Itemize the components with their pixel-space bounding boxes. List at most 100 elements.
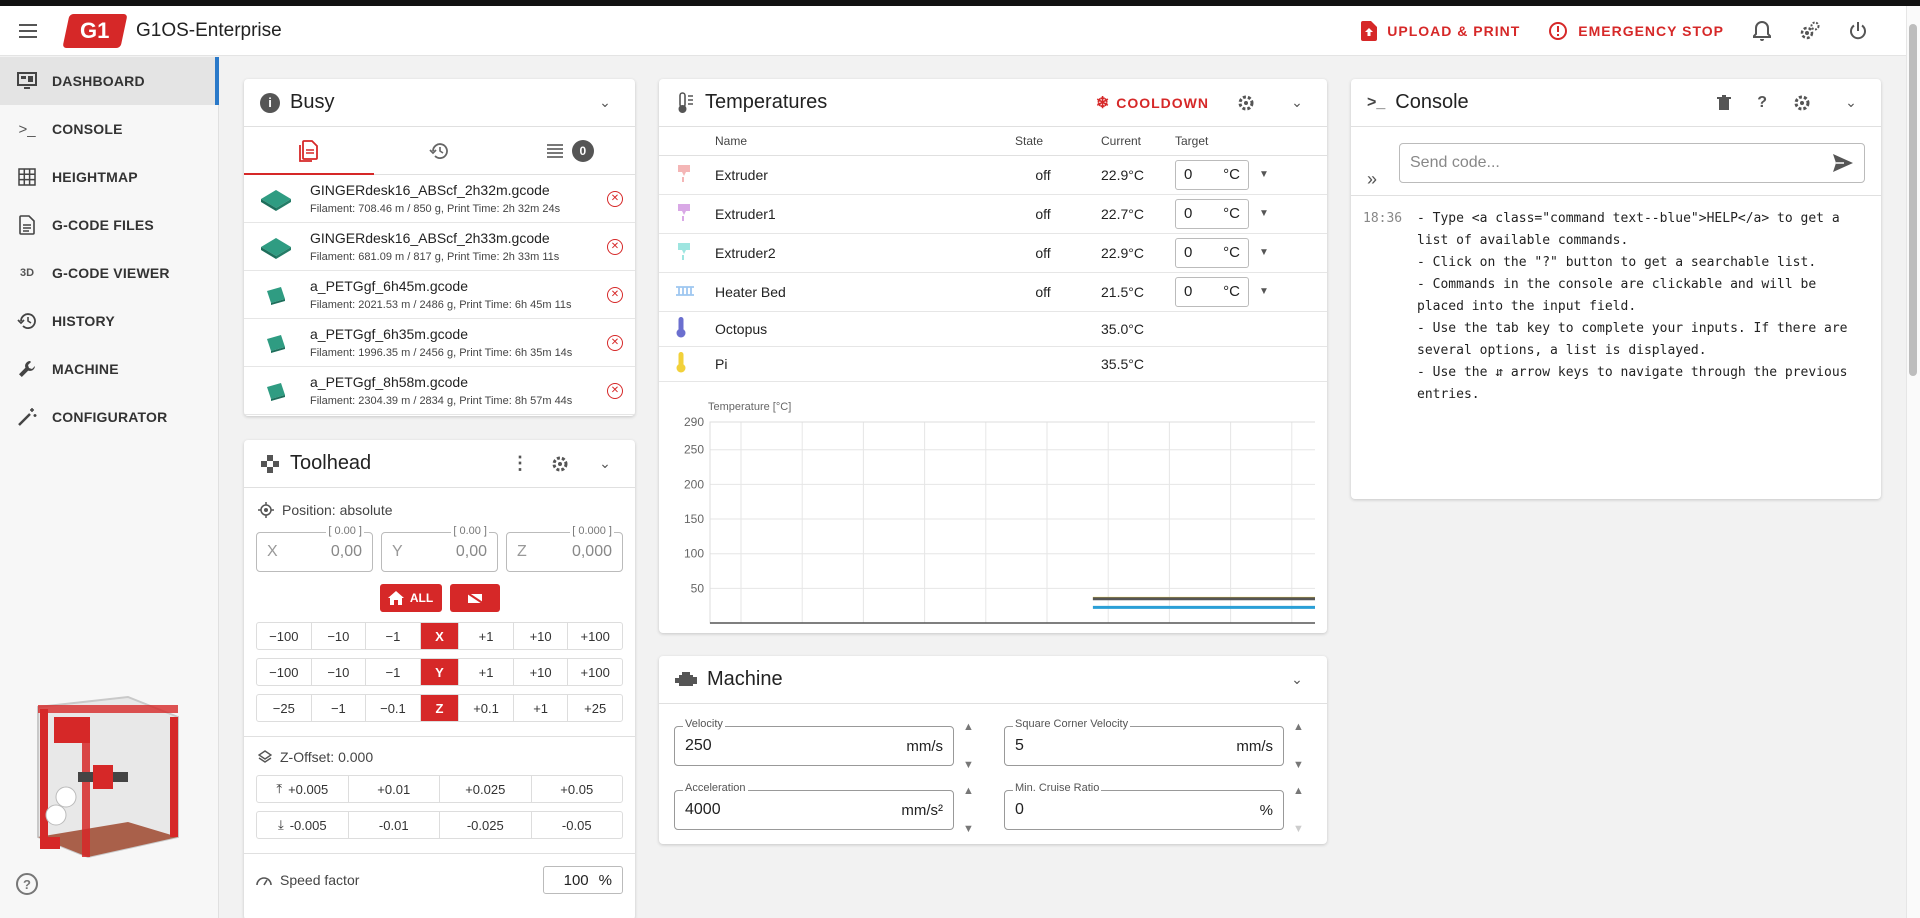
y-position-input[interactable]: [ 0.00 ] Y 0,00 <box>381 525 498 572</box>
menu-icon[interactable] <box>16 19 40 43</box>
sidebar-item-history[interactable]: HISTORY <box>0 297 218 345</box>
acceleration-input[interactable]: Acceleration 4000 mm/s² <box>674 782 954 830</box>
chevron-down-icon[interactable]: ⌄ <box>1283 94 1311 111</box>
tab-history[interactable] <box>374 127 504 174</box>
expand-double-chevron-icon[interactable]: » <box>1367 169 1377 190</box>
chevron-down-icon[interactable]: ⌄ <box>1283 671 1311 688</box>
tab-files[interactable] <box>244 127 375 175</box>
min-cruise-ratio-stepper[interactable]: ▲ ▼ <box>1293 785 1309 835</box>
z-position-input[interactable]: [ 0.000 ] Z 0,000 <box>506 525 623 572</box>
speed-factor-input[interactable]: 100 % <box>543 866 623 894</box>
zoffset-up-button[interactable]: ⤒ +0.005 <box>257 776 349 802</box>
jog-y-button[interactable]: −100 <box>257 659 312 685</box>
zoffset-up-button[interactable]: +0.025 <box>440 776 532 802</box>
jog-z-button[interactable]: +0.1 <box>459 695 514 721</box>
jog-z-button[interactable]: −1 <box>312 695 367 721</box>
sidebar-item-gcode-viewer[interactable]: 3D G-CODE VIEWER <box>0 249 218 297</box>
min-cruise-ratio-input[interactable]: Min. Cruise Ratio 0% <box>1004 782 1284 830</box>
acceleration-stepper[interactable]: ▲ ▼ <box>963 785 979 835</box>
console-line[interactable]: list of available commands. <box>1417 230 1869 252</box>
cooldown-button[interactable]: ❄ COOLDOWN <box>1096 93 1209 113</box>
console-line[interactable]: - Use the ⇵ arrow keys to navigate throu… <box>1417 362 1869 384</box>
jog-x-button[interactable]: −1 <box>366 623 421 649</box>
jog-z-button[interactable]: +25 <box>568 695 622 721</box>
caret-down-icon[interactable]: ▼ <box>1259 247 1269 258</box>
jog-x-button[interactable]: +10 <box>514 623 569 649</box>
jog-z-button[interactable]: +1 <box>514 695 569 721</box>
job-list-item[interactable]: GINGERdesk16_ABScf_2h33m.gcode Filament: … <box>244 223 635 271</box>
bell-icon[interactable] <box>1742 11 1782 51</box>
job-list-item[interactable]: a_PETGgf_6h45m.gcode Filament: 2021.53 m … <box>244 271 635 319</box>
gear-icon[interactable] <box>551 455 569 473</box>
chevron-down-icon[interactable]: ▼ <box>963 823 979 835</box>
console-line[interactable]: - Type <a class="command text--blue">HEL… <box>1417 208 1869 230</box>
job-list-item[interactable]: GINGERdesk16_ABScf_2h32m.gcode Filament: … <box>244 175 635 223</box>
motors-off-button[interactable] <box>449 584 500 612</box>
console-line[interactable]: - Use the tab key to complete your input… <box>1417 318 1869 340</box>
sidebar-item-heightmap[interactable]: HEIGHTMAP <box>0 153 218 201</box>
caret-down-icon[interactable]: ▼ <box>1259 208 1269 219</box>
console-line[interactable]: entries. <box>1417 384 1869 406</box>
jog-y-button[interactable]: +100 <box>568 659 622 685</box>
scrollbar-thumb[interactable] <box>1909 24 1917 376</box>
square-corner-velocity-input[interactable]: Square Corner Velocity 5 mm/s <box>1004 718 1284 766</box>
chevron-up-icon[interactable]: ▲ <box>963 785 979 797</box>
zoffset-down-button[interactable]: -0.05 <box>532 812 623 838</box>
upload-print-button[interactable]: UPLOAD & PRINT <box>1351 13 1530 49</box>
heater-name[interactable]: Extruder1 <box>715 194 1015 234</box>
velocity-stepper[interactable]: ▲ ▼ <box>963 721 979 771</box>
chevron-up-icon[interactable]: ▲ <box>1293 721 1309 733</box>
caret-down-icon[interactable]: ▼ <box>1259 286 1269 297</box>
power-icon[interactable] <box>1838 11 1878 51</box>
remove-circle-icon[interactable]: ✕ <box>607 382 623 399</box>
chevron-down-icon[interactable]: ▼ <box>963 759 979 771</box>
tab-queue[interactable]: 0 <box>505 127 635 174</box>
settings-cogs-icon[interactable] <box>1790 11 1830 51</box>
chevron-down-icon[interactable]: ⌄ <box>1837 94 1865 111</box>
remove-circle-icon[interactable]: ✕ <box>607 190 623 207</box>
console-input[interactable]: Send code... <box>1399 143 1865 183</box>
zoffset-up-button[interactable]: +0.01 <box>349 776 440 802</box>
chevron-up-icon[interactable]: ▲ <box>1293 785 1309 797</box>
chevron-down-icon[interactable]: ⌄ <box>591 94 619 111</box>
heater-name[interactable]: Octopus <box>715 311 1015 347</box>
chevron-down-icon[interactable]: ▼ <box>1293 759 1309 771</box>
remove-circle-icon[interactable]: ✕ <box>607 286 623 303</box>
velocity-input[interactable]: Velocity 250 mm/s <box>674 718 954 766</box>
heater-name[interactable]: Pi <box>715 346 1015 382</box>
zoffset-down-button[interactable]: ⤓ -0.005 <box>257 812 349 838</box>
sidebar-item-gcode-files[interactable]: G-CODE FILES <box>0 201 218 249</box>
jog-x-button[interactable]: +100 <box>568 623 622 649</box>
jog-z-button[interactable]: −25 <box>257 695 312 721</box>
jog-y-button[interactable]: −1 <box>366 659 421 685</box>
console-line[interactable]: placed into the input field. <box>1417 296 1869 318</box>
heater-name[interactable]: Extruder <box>715 155 1015 195</box>
job-list-item[interactable]: a_PETGgf_8h58m.gcode Filament: 2304.39 m … <box>244 367 635 415</box>
home-all-button[interactable]: ALL <box>379 584 442 612</box>
help-question-icon[interactable]: ? <box>1757 94 1767 112</box>
console-line[interactable]: - Commands in the console are clickable … <box>1417 274 1869 296</box>
heater-name[interactable]: Heater Bed <box>715 272 1015 312</box>
square-corner-velocity-stepper[interactable]: ▲ ▼ <box>1293 721 1309 771</box>
jog-x-button[interactable]: +1 <box>459 623 514 649</box>
chevron-down-icon[interactable]: ⌄ <box>591 455 619 472</box>
target-temperature-input[interactable]: 0 °C <box>1175 276 1249 307</box>
jog-x-button[interactable]: −10 <box>312 623 367 649</box>
emergency-stop-button[interactable]: EMERGENCY STOP <box>1538 13 1734 49</box>
heater-name[interactable]: Extruder2 <box>715 233 1015 273</box>
trash-icon[interactable] <box>1717 94 1732 111</box>
x-position-input[interactable]: [ 0.00 ] X 0,00 <box>256 525 373 572</box>
more-vertical-icon[interactable]: ⋮ <box>511 453 529 474</box>
sidebar-item-console[interactable]: >_ CONSOLE <box>0 105 218 153</box>
page-scrollbar[interactable] <box>1906 6 1920 918</box>
chevron-up-icon[interactable]: ▲ <box>963 721 979 733</box>
gear-icon[interactable] <box>1793 94 1811 112</box>
console-line[interactable]: several options, a list is displayed. <box>1417 340 1869 362</box>
jog-y-button[interactable]: +1 <box>459 659 514 685</box>
jog-z-button[interactable]: −0.1 <box>366 695 421 721</box>
sidebar-item-machine[interactable]: MACHINE <box>0 345 218 393</box>
target-temperature-input[interactable]: 0 °C <box>1175 198 1249 229</box>
caret-down-icon[interactable]: ▼ <box>1259 169 1269 180</box>
job-list-item[interactable]: a_PETGgf_6h35m.gcode Filament: 1996.35 m … <box>244 319 635 367</box>
sidebar-item-dashboard[interactable]: DASHBOARD <box>0 57 219 105</box>
